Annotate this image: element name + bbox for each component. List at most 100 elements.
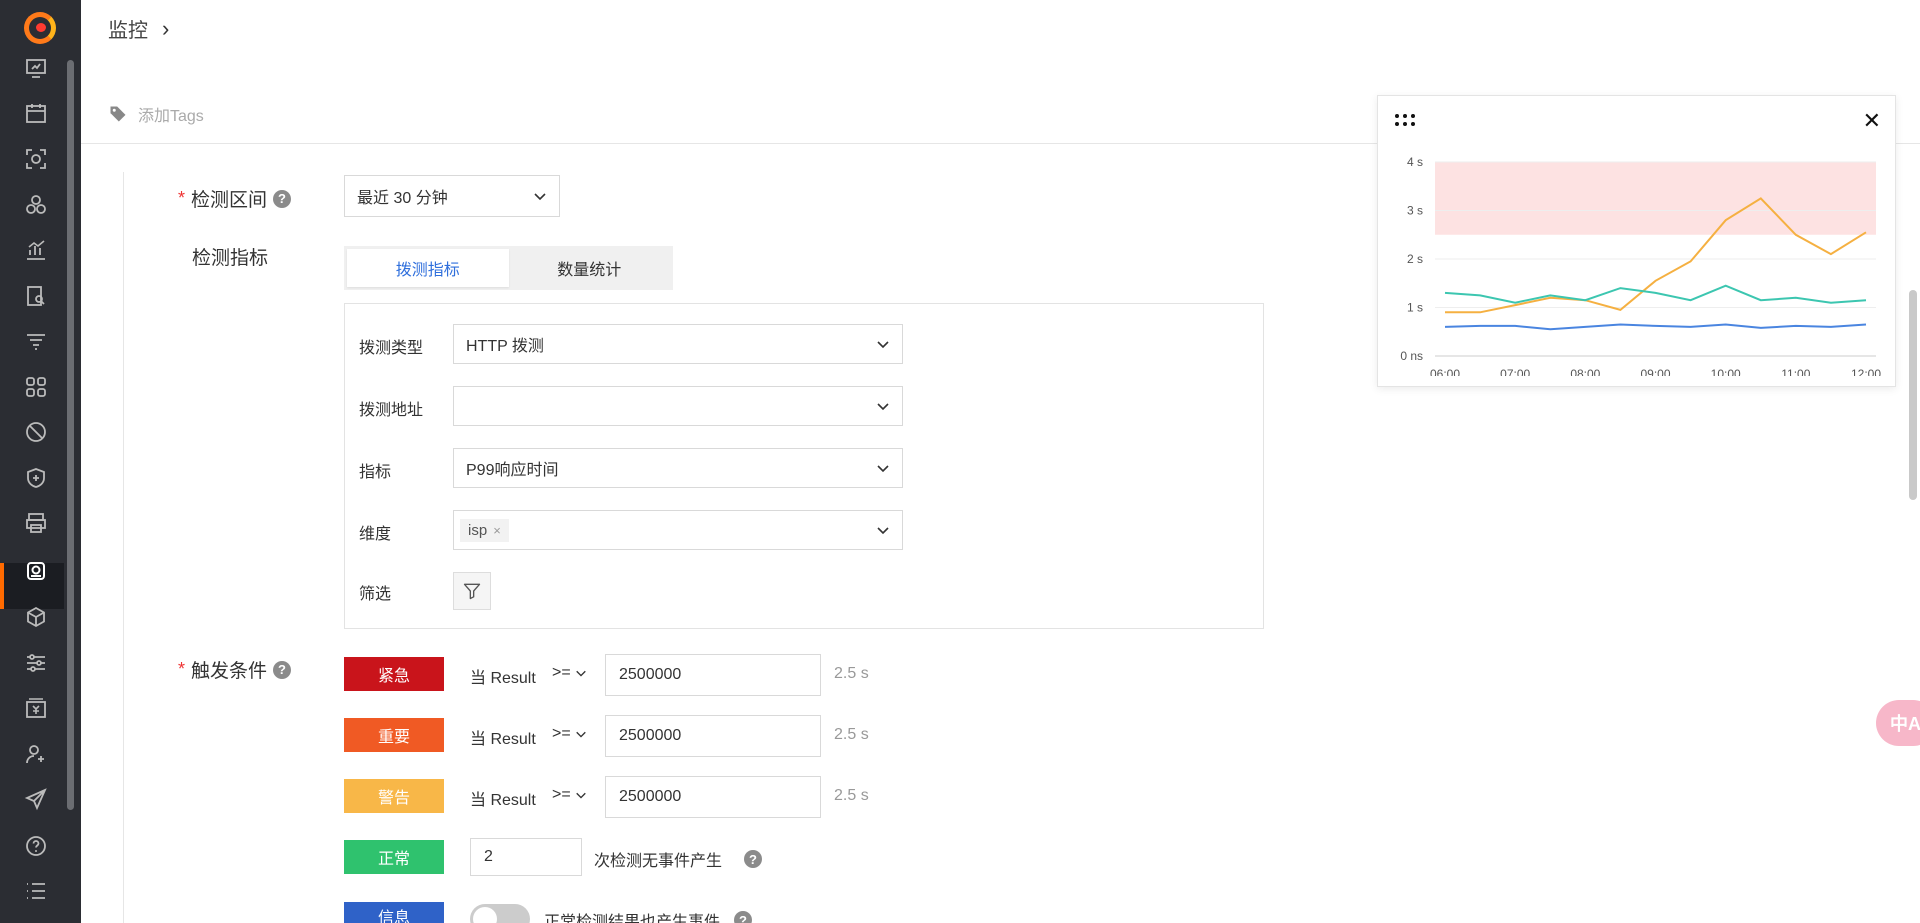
y-tick-label: 1 s bbox=[1407, 301, 1423, 315]
shield-icon bbox=[27, 468, 45, 488]
normal-count-input[interactable]: 2 bbox=[470, 838, 582, 876]
sidebar-item-bill[interactable] bbox=[22, 694, 50, 722]
close-icon[interactable]: ✕ bbox=[1863, 110, 1881, 132]
info-text-row: 正常检测结果也产生事件 ? bbox=[544, 908, 753, 923]
sidebar-item-filter-list[interactable] bbox=[22, 327, 50, 355]
probe-type-value: HTTP 拨测 bbox=[466, 338, 544, 355]
sidebar-item-shield[interactable] bbox=[22, 464, 50, 492]
probe-type-label: 拨测类型 bbox=[359, 340, 424, 357]
sidebar-item-chart[interactable] bbox=[22, 236, 50, 264]
help-icon[interactable]: ? bbox=[273, 189, 292, 208]
logo-icon[interactable] bbox=[24, 12, 56, 44]
metric-select[interactable]: P99响应时间 bbox=[453, 448, 903, 488]
operator-select[interactable]: >= bbox=[552, 664, 587, 682]
sidebar-item-search-doc[interactable] bbox=[22, 282, 50, 310]
sidebar-item-scan[interactable] bbox=[22, 145, 50, 173]
chevron-down-icon bbox=[575, 731, 586, 738]
metric-config-box: 拨测类型 HTTP 拨测 拨测地址 指标 P99响应时间 维度 isp × 筛选 bbox=[344, 303, 1264, 629]
filter-label: 筛选 bbox=[359, 586, 392, 603]
operator-value: >= bbox=[552, 664, 571, 681]
threshold-input[interactable]: 2500000 bbox=[605, 776, 821, 818]
sidebar-item-menu[interactable] bbox=[22, 877, 50, 905]
sidebar-item-user-add[interactable] bbox=[22, 740, 50, 768]
chart-preview-panel: ✕ 0 ns 1 s 2 s 3 s 4 s 06:00 07:00 08:00 09:00 10… bbox=[1377, 95, 1896, 387]
metrics-label-row: 检测指标 bbox=[192, 243, 268, 270]
probe-type-select[interactable]: HTTP 拨测 bbox=[453, 324, 903, 364]
x-tick-label: 06:00 bbox=[1430, 367, 1460, 376]
sidebar-item-cube[interactable] bbox=[22, 603, 50, 631]
add-tags-placeholder[interactable]: 添加Tags bbox=[138, 102, 204, 126]
threshold-value: 2500000 bbox=[619, 666, 682, 683]
threshold-input[interactable]: 2500000 bbox=[605, 654, 821, 696]
threshold-value: 2500000 bbox=[619, 788, 682, 805]
level-badge: 重要 bbox=[344, 718, 444, 752]
operator-select[interactable]: >= bbox=[552, 786, 587, 804]
send-icon bbox=[24, 788, 47, 811]
operator-value: >= bbox=[552, 725, 571, 742]
x-tick-label: 07:00 bbox=[1500, 367, 1530, 376]
dimension-tag-label: isp bbox=[468, 521, 488, 539]
x-tick-label: 12:00 bbox=[1851, 367, 1881, 376]
filter-button[interactable] bbox=[453, 572, 491, 610]
sidebar-item-compass[interactable] bbox=[22, 418, 50, 446]
sidebar-scrollbar[interactable] bbox=[67, 60, 74, 810]
sidebar-item-cluster[interactable] bbox=[22, 191, 50, 219]
required-mark: * bbox=[178, 188, 186, 208]
monitor-icon bbox=[27, 562, 45, 580]
sidebar-item-monitor[interactable] bbox=[22, 558, 50, 586]
filter-icon bbox=[463, 583, 481, 600]
probe-address-select[interactable] bbox=[453, 386, 903, 426]
help-icon[interactable]: ? bbox=[734, 911, 753, 923]
x-tick-label: 11:00 bbox=[1781, 367, 1810, 376]
metrics-label: 检测指标 bbox=[192, 248, 269, 269]
tag-icon bbox=[110, 106, 126, 122]
info-toggle[interactable] bbox=[470, 904, 530, 923]
y-tick-label: 3 s bbox=[1407, 204, 1423, 218]
sidebar-item-send[interactable] bbox=[22, 785, 50, 813]
y-tick-label: 2 s bbox=[1407, 252, 1423, 266]
close-icon[interactable]: × bbox=[493, 523, 501, 538]
drag-handle-icon[interactable] bbox=[1394, 114, 1416, 126]
x-tick-label: 09:00 bbox=[1640, 367, 1670, 376]
threshold-band bbox=[1435, 162, 1876, 235]
search-doc-icon bbox=[27, 286, 45, 306]
level-badge: 紧急 bbox=[344, 657, 444, 691]
trigger-label: 触发条件 bbox=[191, 661, 268, 682]
response-time-chart: 0 ns 1 s 2 s 3 s 4 s 06:00 07:00 08:00 09:00 10:0… bbox=[1400, 155, 1881, 376]
info-text: 正常检测结果也产生事件 bbox=[544, 914, 721, 923]
dimension-select[interactable]: isp × bbox=[453, 510, 903, 550]
operator-select[interactable]: >= bbox=[552, 725, 587, 743]
operator-value: >= bbox=[552, 786, 571, 803]
filter-list-icon bbox=[27, 334, 45, 350]
chevron-down-icon bbox=[877, 527, 889, 535]
cluster-icon bbox=[26, 195, 46, 214]
probe-address-label: 拨测地址 bbox=[359, 402, 424, 419]
sidebar-item-help[interactable] bbox=[22, 832, 50, 860]
page-scrollbar[interactable] bbox=[1909, 290, 1917, 500]
tab-probe-metrics[interactable]: 拨测指标 bbox=[347, 249, 509, 287]
user-add-icon bbox=[26, 745, 44, 764]
help-icon[interactable]: ? bbox=[744, 850, 763, 868]
threshold-unit: 2.5 s bbox=[834, 726, 869, 743]
sidebar-item-calendar[interactable] bbox=[22, 99, 50, 127]
breadcrumb: 监控 › bbox=[108, 14, 169, 43]
tags-row[interactable]: 添加Tags bbox=[108, 102, 204, 126]
breadcrumb-title[interactable]: 监控 bbox=[108, 14, 148, 43]
level-info-badge: 信息 bbox=[344, 902, 444, 923]
threshold-value: 2500000 bbox=[619, 727, 682, 744]
sidebar-item-dashboard[interactable] bbox=[22, 54, 50, 82]
compass-icon bbox=[26, 422, 46, 442]
series-line-1 bbox=[1444, 284, 1867, 304]
tab-count-stats[interactable]: 数量统计 bbox=[509, 249, 671, 287]
threshold-input[interactable]: 2500000 bbox=[605, 715, 821, 757]
sidebar-item-sliders[interactable] bbox=[22, 649, 50, 677]
chevron-down-icon bbox=[877, 341, 889, 349]
translate-button[interactable]: 中A bbox=[1876, 700, 1920, 746]
sidebar-item-print[interactable] bbox=[22, 509, 50, 537]
sidebar-item-apps[interactable] bbox=[22, 373, 50, 401]
dashboard-icon bbox=[26, 59, 46, 78]
dimension-label: 维度 bbox=[359, 526, 392, 543]
range-select[interactable]: 最近 30 分钟 bbox=[344, 175, 560, 217]
help-icon[interactable]: ? bbox=[273, 660, 292, 679]
dimension-tag: isp × bbox=[460, 518, 509, 542]
